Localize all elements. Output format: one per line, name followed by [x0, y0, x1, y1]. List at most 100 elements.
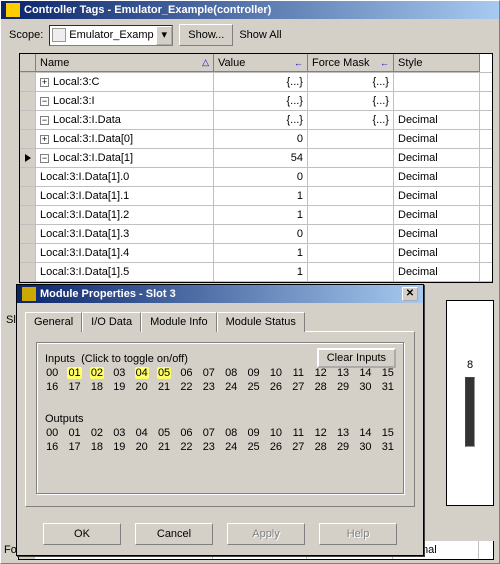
input-bit-08[interactable]: 08 — [224, 367, 238, 379]
tag-name-cell[interactable]: Local:3:I.Data[1].0 — [36, 168, 214, 186]
tag-style-cell[interactable]: Decimal — [394, 244, 480, 262]
expand-icon[interactable]: + — [40, 135, 49, 144]
input-bit-29[interactable]: 29 — [336, 381, 350, 393]
tag-style-cell[interactable] — [394, 73, 480, 91]
input-bit-00[interactable]: 00 — [45, 367, 59, 379]
help-button[interactable]: Help — [319, 523, 397, 545]
collapse-icon[interactable]: − — [40, 97, 49, 106]
tag-style-cell[interactable] — [394, 92, 480, 110]
input-bit-14[interactable]: 14 — [358, 367, 372, 379]
tag-value-cell[interactable]: 1 — [214, 263, 308, 281]
ok-button[interactable]: OK — [43, 523, 121, 545]
input-bit-26[interactable]: 26 — [269, 381, 283, 393]
tag-value-cell[interactable]: 54 — [214, 149, 308, 167]
table-row[interactable]: Local:3:I.Data[1].11 Decimal — [20, 187, 492, 206]
tag-value-cell[interactable]: 0 — [214, 225, 308, 243]
input-bit-02[interactable]: 02 — [90, 367, 104, 379]
table-row[interactable]: Local:3:I.Data[1].51Decimal — [20, 263, 492, 282]
tag-name-cell[interactable]: −Local:3:I.Data[1] — [36, 149, 214, 167]
apply-button[interactable]: Apply — [227, 523, 305, 545]
tag-force-cell[interactable] — [308, 168, 394, 186]
table-row[interactable]: −Local:3:I.Data[1]54 Decimal — [20, 149, 492, 168]
input-bit-04[interactable]: 04 — [135, 367, 149, 379]
cancel-button[interactable]: Cancel — [135, 523, 213, 545]
tag-force-cell[interactable] — [308, 263, 394, 281]
input-bit-11[interactable]: 11 — [291, 367, 305, 379]
col-header-value[interactable]: Value ← — [214, 54, 308, 72]
col-header-name[interactable]: Name △ — [36, 54, 214, 72]
scope-combo[interactable]: Emulator_Examp ▾ — [49, 25, 173, 46]
tag-force-cell[interactable] — [308, 244, 394, 262]
table-row[interactable]: +Local:3:I.Data[0]0 Decimal — [20, 130, 492, 149]
input-bit-30[interactable]: 30 — [358, 381, 372, 393]
tag-value-cell[interactable]: {...} — [214, 111, 308, 129]
tab-module-status[interactable]: Module Status — [217, 312, 305, 332]
tag-style-cell[interactable]: Decimal — [394, 187, 480, 205]
tag-value-cell[interactable]: 1 — [214, 187, 308, 205]
col-header-style[interactable]: Style — [394, 54, 480, 72]
tag-style-cell[interactable]: Decimal — [394, 111, 480, 129]
input-bit-21[interactable]: 21 — [157, 381, 171, 393]
tag-name-cell[interactable]: Local:3:I.Data[1].5 — [36, 263, 214, 281]
input-bit-15[interactable]: 15 — [381, 367, 395, 379]
input-bit-03[interactable]: 03 — [112, 367, 126, 379]
tag-value-cell[interactable]: 0 — [214, 130, 308, 148]
input-bit-18[interactable]: 18 — [90, 381, 104, 393]
table-row[interactable]: −Local:3:I{...}{...} — [20, 92, 492, 111]
table-row[interactable]: Local:3:I.Data[1].00 Decimal — [20, 168, 492, 187]
input-bit-06[interactable]: 06 — [179, 367, 193, 379]
input-bit-10[interactable]: 10 — [269, 367, 283, 379]
show-all-label[interactable]: Show All — [239, 29, 281, 41]
tab-i-o-data[interactable]: I/O Data — [82, 312, 141, 332]
input-bit-01[interactable]: 01 — [67, 367, 81, 379]
input-bit-16[interactable]: 16 — [45, 381, 59, 393]
tag-name-cell[interactable]: +Local:3:C — [36, 73, 214, 91]
tag-force-cell[interactable]: {...} — [308, 92, 394, 110]
input-bit-25[interactable]: 25 — [246, 381, 260, 393]
tag-force-cell[interactable] — [308, 149, 394, 167]
collapse-icon[interactable]: − — [40, 116, 49, 125]
tag-style-cell[interactable]: Decimal — [394, 225, 480, 243]
tab-module-info[interactable]: Module Info — [141, 312, 216, 332]
tag-force-cell[interactable] — [308, 187, 394, 205]
expand-icon[interactable]: + — [40, 78, 49, 87]
input-bit-07[interactable]: 07 — [202, 367, 216, 379]
table-row[interactable]: −Local:3:I.Data{...}{...}Decimal — [20, 111, 492, 130]
tab-general[interactable]: General — [25, 312, 82, 332]
tag-value-cell[interactable]: {...} — [214, 92, 308, 110]
tag-name-cell[interactable]: Local:3:I.Data[1].3 — [36, 225, 214, 243]
clear-inputs-button[interactable]: Clear Inputs — [317, 348, 396, 368]
table-row[interactable]: +Local:3:C{...}{...} — [20, 73, 492, 92]
input-bit-20[interactable]: 20 — [135, 381, 149, 393]
tag-name-cell[interactable]: +Local:3:I.Data[0] — [36, 130, 214, 148]
tag-name-cell[interactable]: Local:3:I.Data[1].4 — [36, 244, 214, 262]
input-bit-05[interactable]: 05 — [157, 367, 171, 379]
input-bit-27[interactable]: 27 — [291, 381, 305, 393]
input-bit-17[interactable]: 17 — [67, 381, 81, 393]
input-bit-28[interactable]: 28 — [314, 381, 328, 393]
tag-style-cell[interactable]: Decimal — [394, 149, 480, 167]
tag-style-cell[interactable]: Decimal — [394, 130, 480, 148]
input-bit-22[interactable]: 22 — [179, 381, 193, 393]
tag-name-cell[interactable]: Local:3:I.Data[1].1 — [36, 187, 214, 205]
tag-name-cell[interactable]: −Local:3:I — [36, 92, 214, 110]
tag-name-cell[interactable]: Local:3:I.Data[1].2 — [36, 206, 214, 224]
tag-style-cell[interactable]: Decimal — [394, 168, 480, 186]
table-row[interactable]: Local:3:I.Data[1].41 Decimal — [20, 244, 492, 263]
chevron-down-icon[interactable]: ▾ — [156, 26, 172, 45]
collapse-icon[interactable]: − — [40, 154, 49, 163]
tag-force-cell[interactable] — [308, 225, 394, 243]
close-button[interactable]: ✕ — [402, 287, 418, 301]
tag-value-cell[interactable]: {...} — [214, 73, 308, 91]
input-bit-09[interactable]: 09 — [246, 367, 260, 379]
tag-force-cell[interactable] — [308, 206, 394, 224]
tag-name-cell[interactable]: −Local:3:I.Data — [36, 111, 214, 129]
tag-style-cell[interactable]: Decimal — [394, 206, 480, 224]
tag-value-cell[interactable]: 0 — [214, 168, 308, 186]
input-bit-23[interactable]: 23 — [202, 381, 216, 393]
tag-value-cell[interactable]: 1 — [214, 244, 308, 262]
tag-value-cell[interactable]: 1 — [214, 206, 308, 224]
input-bit-31[interactable]: 31 — [381, 381, 395, 393]
input-bit-24[interactable]: 24 — [224, 381, 238, 393]
input-bit-12[interactable]: 12 — [314, 367, 328, 379]
